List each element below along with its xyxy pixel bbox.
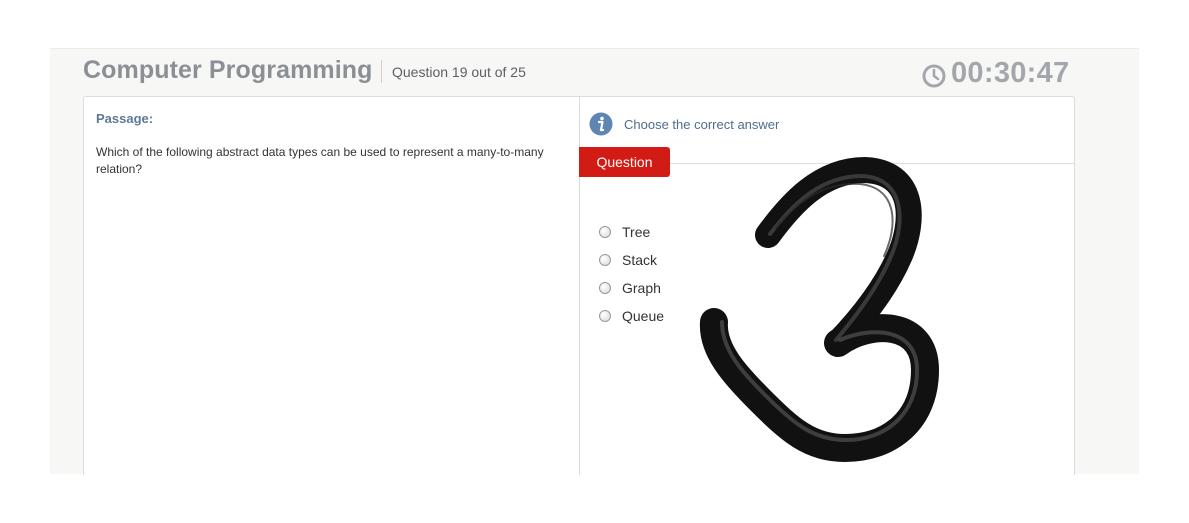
passage-pane: Passage: Which of the following abstract… — [84, 97, 579, 475]
answer-options: Tree Stack Graph Queue — [599, 218, 664, 330]
tab-question[interactable]: Question — [579, 147, 670, 177]
exam-frame: Computer Programming Question 19 out of … — [50, 48, 1139, 475]
option-label: Tree — [622, 224, 651, 240]
page-title: Computer Programming — [83, 56, 373, 84]
question-pane: Choose the correct answer Question Tree … — [579, 97, 1074, 475]
passage-text: Which of the following abstract data typ… — [96, 145, 544, 176]
timer: 00:30:47 — [922, 57, 1070, 90]
clock-icon — [922, 64, 946, 87]
radio-graph[interactable] — [599, 282, 611, 294]
info-icon — [589, 112, 613, 136]
option-label: Queue — [622, 308, 665, 324]
option-label: Stack — [622, 252, 658, 268]
option-queue[interactable]: Queue — [599, 302, 664, 330]
passage-label: Passage: — [96, 111, 154, 126]
option-tree[interactable]: Tree — [599, 218, 664, 246]
instruction-text: Choose the correct answer — [624, 117, 780, 132]
question-counter: Question 19 out of 25 — [392, 64, 526, 80]
radio-tree[interactable] — [599, 226, 611, 238]
content-panel: Passage: Which of the following abstract… — [83, 96, 1075, 475]
timer-value: 00:30:47 — [951, 57, 1070, 89]
radio-queue[interactable] — [599, 310, 611, 322]
option-stack[interactable]: Stack — [599, 246, 664, 274]
header-divider — [381, 60, 382, 83]
option-label: Graph — [622, 280, 661, 296]
radio-stack[interactable] — [599, 254, 611, 266]
option-graph[interactable]: Graph — [599, 274, 664, 302]
